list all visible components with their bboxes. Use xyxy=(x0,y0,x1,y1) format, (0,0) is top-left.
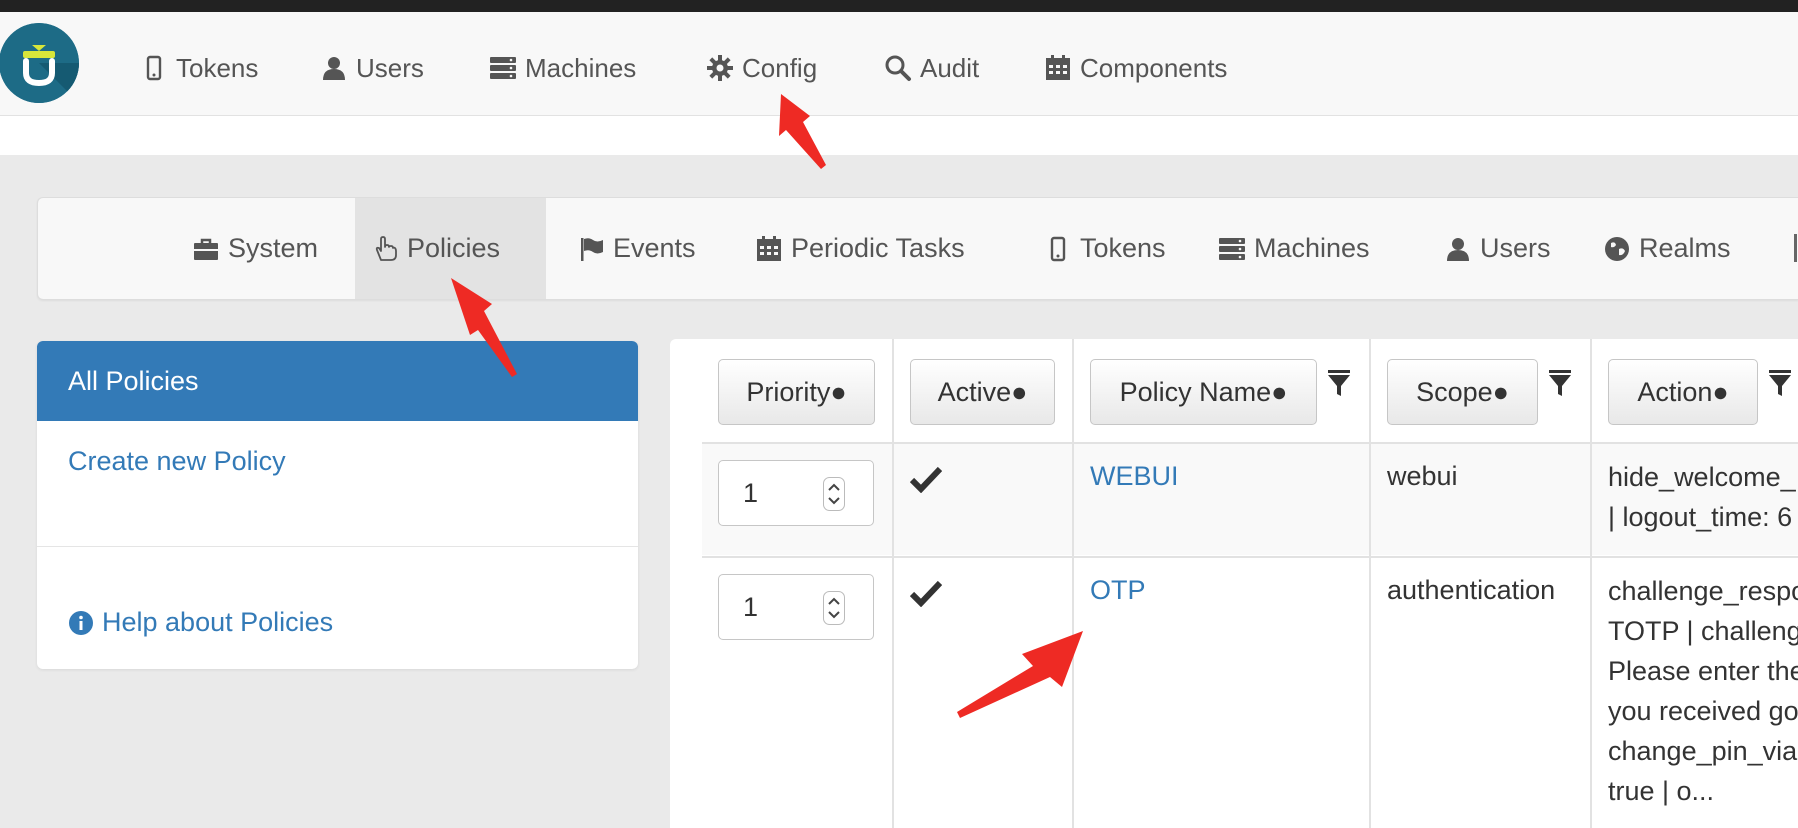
policy-action-line: true | o... xyxy=(1608,776,1715,806)
search-icon xyxy=(884,54,912,82)
calendar-icon xyxy=(1044,54,1072,82)
server-icon xyxy=(1218,235,1246,263)
active-check-icon xyxy=(910,579,942,607)
tab-events[interactable]: Events xyxy=(561,198,712,299)
policy-name-link[interactable]: WEBUI xyxy=(1090,461,1179,492)
top-navbar: Tokens Users Machines Config Audit Compo… xyxy=(0,12,1798,116)
priority-value: 1 xyxy=(743,477,759,508)
spinner-icon[interactable] xyxy=(823,477,845,511)
help-policies-label: Help about Policies xyxy=(102,607,334,637)
filter-icon[interactable] xyxy=(1768,369,1792,399)
nav-tokens[interactable]: Tokens xyxy=(140,48,258,88)
next-tab-icon-partial xyxy=(1794,234,1797,262)
sidebar-divider xyxy=(37,546,638,547)
nav-components-label: Components xyxy=(1080,52,1228,83)
policy-action-line: Please enter the xyxy=(1608,656,1798,686)
nav-users[interactable]: Users xyxy=(320,48,424,88)
info-circle-icon xyxy=(68,610,94,636)
sort-action-button[interactable]: Action● xyxy=(1608,359,1758,425)
column-divider xyxy=(1590,339,1592,828)
column-divider xyxy=(892,339,894,828)
policy-action-line: you received go xyxy=(1608,696,1798,726)
sort-active-button[interactable]: Active● xyxy=(910,359,1055,425)
tab-periodic-tasks[interactable]: Periodic Tasks xyxy=(739,198,981,299)
calendar-icon xyxy=(755,235,783,263)
tab-tokens[interactable]: Tokens xyxy=(1028,198,1182,299)
tab-system-label: System xyxy=(228,233,319,263)
nav-components[interactable]: Components xyxy=(1044,48,1227,88)
policy-sidebar: All Policies Create new Policy Help abou… xyxy=(37,341,638,669)
gear-icon xyxy=(706,54,734,82)
policy-table: Priority● Active● Policy Name● Scope● Ac… xyxy=(670,339,1798,828)
user-icon xyxy=(1444,235,1472,263)
config-subnav: System Policies Events Periodic Tasks To… xyxy=(37,197,1798,300)
create-policy-link[interactable]: Create new Policy xyxy=(68,446,286,477)
spinner-icon[interactable] xyxy=(823,591,845,625)
nav-tokens-label: Tokens xyxy=(176,52,259,83)
tab-events-label: Events xyxy=(613,233,696,263)
tab-users[interactable]: Users xyxy=(1428,198,1567,299)
user-icon xyxy=(320,54,348,82)
policy-action-line: change_pin_via xyxy=(1608,736,1798,766)
briefcase-icon xyxy=(192,235,220,263)
tab-machines[interactable]: Machines xyxy=(1202,198,1386,299)
policy-action-line: TOTP | challeng xyxy=(1608,616,1798,646)
row-divider xyxy=(702,442,1798,444)
column-divider xyxy=(1072,339,1074,828)
policy-action-line: | logout_time: 6 xyxy=(1608,502,1793,532)
sort-policy-name-button[interactable]: Policy Name● xyxy=(1090,359,1317,425)
tab-policies[interactable]: Policies xyxy=(355,198,546,299)
mobile-icon xyxy=(1044,235,1072,263)
sort-priority-button[interactable]: Priority● xyxy=(718,359,875,425)
tab-system[interactable]: System xyxy=(176,198,334,299)
policy-action: challenge_respo TOTP | challeng Please e… xyxy=(1608,571,1798,811)
priority-input[interactable]: 1 xyxy=(718,460,874,526)
policy-scope: authentication xyxy=(1387,575,1556,605)
sidebar-item-all-policies[interactable]: All Policies xyxy=(37,341,638,421)
filter-icon[interactable] xyxy=(1548,369,1572,399)
policy-action-line: hide_welcome_ xyxy=(1608,462,1796,492)
nav-users-label: Users xyxy=(356,52,424,83)
help-policies-link[interactable]: Help about Policies xyxy=(68,607,333,638)
nav-audit[interactable]: Audit xyxy=(884,48,979,88)
tab-users-label: Users xyxy=(1480,233,1551,263)
priority-input[interactable]: 1 xyxy=(718,574,874,640)
window-top-strip xyxy=(0,0,1798,12)
tab-policies-label: Policies xyxy=(407,233,501,263)
nav-audit-label: Audit xyxy=(920,52,980,83)
tab-realms-label: Realms xyxy=(1639,233,1731,263)
priority-value: 1 xyxy=(743,591,759,622)
tab-periodic-tasks-label: Periodic Tasks xyxy=(791,233,965,263)
nav-config-label: Config xyxy=(742,52,818,83)
policy-scope: webui xyxy=(1387,461,1458,491)
row-divider xyxy=(702,556,1798,558)
policy-action: hide_welcome_ | logout_time: 6 xyxy=(1608,457,1796,537)
filter-icon[interactable] xyxy=(1327,369,1351,399)
globe-icon xyxy=(1603,235,1631,263)
nav-machines-label: Machines xyxy=(525,52,637,83)
mobile-icon xyxy=(140,54,168,82)
tab-realms[interactable]: Realms xyxy=(1587,198,1747,299)
column-divider xyxy=(1369,339,1371,828)
tab-tokens-label: Tokens xyxy=(1080,233,1166,263)
server-icon xyxy=(489,54,517,82)
nav-config[interactable]: Config xyxy=(706,48,817,88)
sidebar-item-all-policies-label: All Policies xyxy=(68,365,199,396)
hand-pointer-icon xyxy=(371,235,399,263)
flag-icon xyxy=(577,235,605,263)
privacyidea-logo-icon[interactable] xyxy=(0,23,79,103)
policy-name-link[interactable]: OTP xyxy=(1090,575,1146,606)
policy-action-line: challenge_respo xyxy=(1608,576,1798,606)
nav-machines[interactable]: Machines xyxy=(489,48,636,88)
active-check-icon xyxy=(910,465,942,493)
tab-machines-label: Machines xyxy=(1254,233,1370,263)
sort-scope-button[interactable]: Scope● xyxy=(1387,359,1538,425)
